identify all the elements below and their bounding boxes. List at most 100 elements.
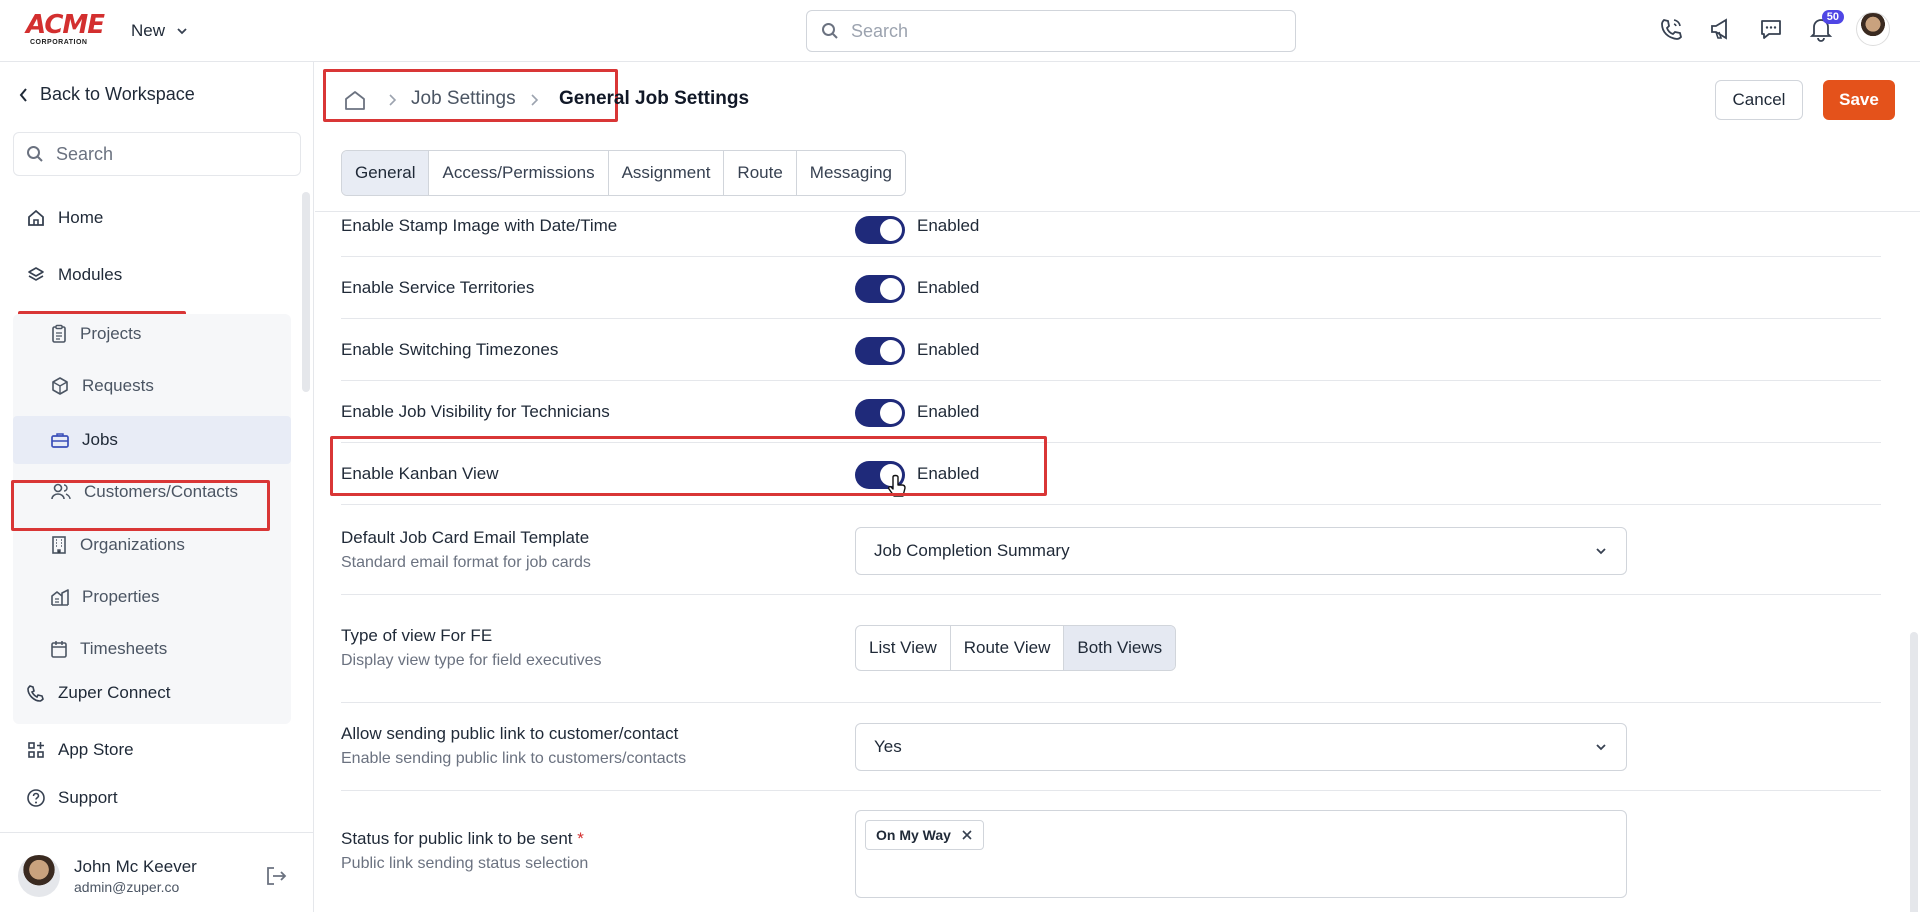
home-icon[interactable] (343, 88, 367, 112)
bell-icon[interactable]: 50 (1806, 10, 1844, 44)
back-to-workspace-link[interactable]: Back to Workspace (18, 84, 195, 105)
status-multiselect[interactable]: On My Way (855, 810, 1627, 898)
tab-assignment[interactable]: Assignment (608, 151, 725, 195)
home-icon (28, 209, 44, 226)
setting-row-stamp-image: Enable Stamp Image with Date/Time Enable… (341, 212, 1881, 257)
phone-icon[interactable] (1656, 14, 1686, 44)
top-bar: ACME CORPORATION New 50 (0, 0, 1920, 62)
pointer-cursor-icon (888, 474, 906, 497)
notification-badge: 50 (1821, 10, 1844, 24)
setting-label: Allow sending public link to customer/co… (341, 724, 679, 743)
setting-row-status-public-link: Status for public link to be sent * Publ… (341, 791, 1881, 912)
breadcrumb-job-settings[interactable]: Job Settings (411, 88, 516, 110)
settings-tabs: General Access/Permissions Assignment Ro… (341, 150, 907, 196)
tab-route[interactable]: Route (724, 151, 797, 195)
tab-general[interactable]: General (342, 151, 430, 195)
sidebar-item-jobs[interactable]: Jobs (13, 416, 291, 464)
sidebar-item-label: Projects (80, 324, 142, 343)
setting-description: Display view type for field executives (341, 652, 602, 669)
new-dropdown-button[interactable]: New (131, 18, 189, 44)
package-icon (52, 377, 68, 395)
view-option-route[interactable]: Route View (951, 626, 1065, 670)
sidebar-search-input[interactable] (56, 143, 286, 165)
sidebar-item-customers-contacts[interactable]: Customers/Contacts (50, 482, 238, 502)
cancel-button[interactable]: Cancel (1715, 80, 1803, 120)
tab-messaging[interactable]: Messaging (796, 151, 906, 195)
sidebar-item-zuper-connect[interactable]: Zuper Connect (26, 683, 170, 703)
setting-row-service-territories: Enable Service Territories Enabled (341, 257, 1881, 319)
service-territories-toggle[interactable] (855, 275, 905, 303)
sidebar-item-label: Requests (82, 376, 154, 395)
setting-label: Enable Switching Timezones (341, 340, 559, 359)
status-chip: On My Way (865, 820, 984, 850)
view-option-both[interactable]: Both Views (1064, 626, 1176, 670)
global-search-input[interactable] (851, 20, 1251, 42)
sidebar-item-app-store[interactable]: App Store (26, 740, 134, 760)
switching-timezones-toggle[interactable] (855, 337, 905, 365)
toggle-status: Enabled (917, 216, 980, 235)
email-template-select[interactable]: Job Completion Summary (855, 527, 1627, 575)
phone-icon (27, 685, 44, 702)
setting-label: Default Job Card Email Template (341, 528, 590, 547)
required-marker: * (577, 829, 584, 848)
status-label-text: Status for public link to be sent (341, 829, 573, 848)
user-avatar[interactable] (1856, 12, 1890, 46)
global-search[interactable] (806, 10, 1296, 52)
sidebar-item-properties[interactable]: Properties (50, 587, 159, 607)
toggle-status: Enabled (917, 340, 980, 359)
chevron-left-icon (19, 87, 27, 102)
sidebar-item-support[interactable]: Support (26, 788, 118, 808)
setting-label: Enable Service Territories (341, 278, 535, 297)
sidebar-item-requests[interactable]: Requests (50, 376, 154, 396)
sidebar: Back to Workspace Home Modules Projects … (0, 62, 314, 912)
sidebar-scrollbar[interactable] (302, 192, 310, 392)
settings-content: Enable Stamp Image with Date/Time Enable… (315, 212, 1920, 912)
setting-row-kanban-view: Enable Kanban View Enabled (341, 443, 1881, 505)
sidebar-item-label: Properties (82, 587, 160, 606)
megaphone-icon[interactable] (1706, 14, 1736, 44)
chevron-right-icon (389, 94, 397, 106)
sidebar-item-modules[interactable]: Modules (26, 265, 122, 285)
users-icon (51, 483, 71, 500)
sidebar-item-timesheets[interactable]: Timesheets (50, 639, 167, 659)
job-visibility-toggle[interactable] (855, 399, 905, 427)
sidebar-item-label: Jobs (82, 430, 118, 449)
stamp-image-toggle[interactable] (855, 216, 905, 244)
chevron-down-icon (1596, 744, 1606, 751)
setting-row-view-type: Type of view For FE Display view type fo… (341, 595, 1881, 703)
sidebar-item-organizations[interactable]: Organizations (50, 535, 185, 555)
view-option-list[interactable]: List View (856, 626, 951, 670)
building-icon (52, 536, 66, 554)
user-profile: John Mc Keever admin@zuper.co (0, 832, 314, 912)
breadcrumb-general-job-settings: General Job Settings (559, 88, 750, 109)
clipboard-icon (52, 324, 66, 343)
sidebar-item-home[interactable]: Home (26, 208, 103, 228)
apps-icon (28, 742, 44, 758)
setting-description: Enable sending public link to customers/… (341, 750, 687, 767)
save-button[interactable]: Save (1823, 80, 1895, 120)
sidebar-item-projects[interactable]: Projects (50, 324, 141, 344)
sidebar-search[interactable] (13, 132, 301, 176)
chevron-right-icon (531, 94, 539, 106)
setting-description: Standard email format for job cards (341, 554, 591, 571)
search-icon (822, 23, 838, 39)
public-link-select[interactable]: Yes (855, 723, 1627, 771)
logout-icon[interactable] (264, 865, 288, 887)
toggle-status: Enabled (917, 464, 980, 483)
sidebar-item-label: Customers/Contacts (84, 482, 238, 501)
close-icon[interactable] (961, 829, 973, 841)
setting-label: Type of view For FE (341, 626, 493, 645)
user-name: John Mc Keever (74, 857, 197, 876)
select-value: Job Completion Summary (874, 541, 1070, 560)
acme-logo[interactable]: ACME CORPORATION (26, 12, 106, 48)
setting-row-switching-timezones: Enable Switching Timezones Enabled (341, 319, 1881, 381)
sidebar-item-label: Timesheets (80, 639, 168, 658)
main-scrollbar[interactable] (1910, 632, 1918, 912)
chat-icon[interactable] (1756, 14, 1786, 44)
sidebar-item-label: Home (58, 208, 104, 227)
tab-access-permissions[interactable]: Access/Permissions (429, 151, 609, 195)
chevron-down-icon (1596, 548, 1606, 555)
avatar[interactable] (18, 855, 60, 897)
chevron-down-icon (177, 28, 187, 35)
select-value: Yes (874, 737, 902, 756)
